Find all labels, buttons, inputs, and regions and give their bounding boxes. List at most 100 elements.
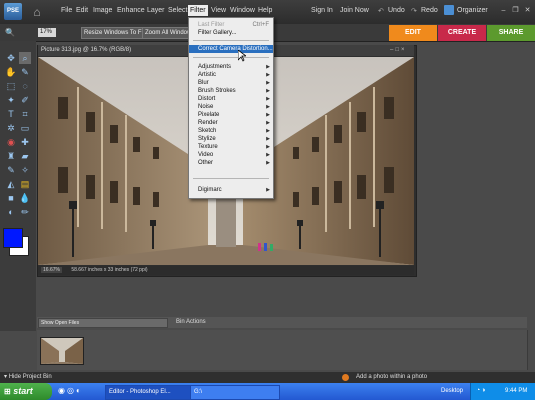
filter-noise[interactable]: Noise ▶ (189, 103, 273, 111)
zoom-readout[interactable]: 16.67% (41, 267, 62, 273)
magic-wand-icon[interactable]: ✦ (5, 94, 17, 106)
filter-other[interactable]: Other ▶ (189, 159, 273, 167)
mouse-cursor-icon (237, 49, 248, 62)
quick-launch-icons[interactable]: ◉◎◐ (58, 386, 83, 395)
start-button[interactable]: ⊞ start (0, 383, 52, 400)
filter-gallery-item[interactable]: Filter Gallery... (189, 29, 273, 37)
menu-select[interactable]: Select (168, 7, 187, 14)
filter-blur[interactable]: Blur ▶ (189, 79, 273, 87)
submenu-arrow-icon: ▶ (266, 104, 270, 110)
taskbar-photoshop-editor[interactable]: Editor - Photoshop El... (105, 385, 195, 400)
minimize-icon[interactable]: – (499, 6, 508, 15)
hide-project-bin-button[interactable]: ▾ Hide Project Bin (4, 374, 52, 381)
redo-icon[interactable]: ↷ (411, 7, 417, 15)
menu-edit[interactable]: Edit (76, 7, 88, 14)
sign-in-link[interactable]: Sign In (311, 7, 333, 14)
eraser-icon[interactable]: ▰ (19, 150, 31, 162)
paint-bucket-icon[interactable]: ◭ (5, 178, 17, 190)
tab-share[interactable]: SHARE (487, 25, 535, 41)
menu-image[interactable]: Image (93, 7, 112, 14)
organizer-icon[interactable] (444, 5, 454, 15)
move-tool-icon[interactable]: ✥ (5, 52, 17, 64)
zoom-value-field[interactable]: 17% (38, 28, 56, 37)
resize-windows-checkbox[interactable]: Resize Windows To Fit (81, 27, 148, 39)
blur-tool-icon[interactable]: 💧 (19, 192, 31, 204)
zoom-tool-icon[interactable]: ⌕ (19, 52, 31, 64)
submenu-arrow-icon: ▶ (266, 160, 270, 166)
filter-distort[interactable]: Distort ▶ (189, 95, 273, 103)
restore-icon[interactable]: ❐ (511, 6, 520, 15)
filter-digimarc[interactable]: Digimarc ▶ (189, 186, 273, 194)
redo-button[interactable]: Redo (421, 7, 438, 14)
undo-button[interactable]: Undo (388, 7, 405, 14)
menu-view[interactable]: View (211, 7, 226, 14)
cookie-cutter-icon[interactable]: ✲ (5, 122, 17, 134)
filter-sketch[interactable]: Sketch ▶ (189, 127, 273, 135)
filter-stylize[interactable]: Stylize ▶ (189, 135, 273, 143)
add-photo-tip[interactable]: Add a photo within a photo (356, 374, 427, 381)
submenu-arrow-icon: ▶ (266, 144, 270, 150)
menu-filter[interactable]: Filter (188, 5, 208, 16)
submenu-arrow-icon: ▶ (266, 72, 270, 78)
filter-artistic[interactable]: Artistic ▶ (189, 71, 273, 79)
undo-icon[interactable]: ↶ (378, 7, 384, 15)
menu-help[interactable]: Help (258, 7, 272, 14)
submenu-arrow-icon: ▶ (266, 187, 270, 193)
filter-last-filter[interactable]: Last Filter Ctrl+F (189, 21, 273, 29)
tray-icons[interactable]: ◔◑ (476, 387, 486, 394)
bin-actions-menu[interactable]: Bin Actions (176, 318, 206, 327)
filter-pixelate[interactable]: Pixelate ▶ (189, 111, 273, 119)
show-open-files-dropdown[interactable]: Show Open Files (38, 318, 168, 328)
foreground-color-swatch[interactable] (3, 228, 23, 248)
filter-video[interactable]: Video ▶ (189, 151, 273, 159)
submenu-arrow-icon: ▶ (266, 80, 270, 86)
submenu-arrow-icon: ▶ (266, 88, 270, 94)
healing-brush-icon[interactable]: ✚ (19, 136, 31, 148)
gradient-icon[interactable]: ▤ (19, 178, 31, 190)
taskbar-folder-g[interactable]: G:\ (190, 385, 280, 400)
menu-file[interactable]: File (61, 7, 72, 14)
selection-brush-icon[interactable]: ✐ (19, 94, 31, 106)
marquee-icon[interactable]: ⬚ (5, 80, 17, 92)
submenu-arrow-icon: ▶ (266, 64, 270, 70)
crop-tool-icon[interactable]: ⌗ (19, 108, 31, 120)
filter-adjustments[interactable]: Adjustments ▶ (189, 63, 273, 71)
shape-tool-icon[interactable]: ■ (5, 192, 17, 204)
menu-window[interactable]: Window (230, 7, 255, 14)
red-eye-icon[interactable]: ◉ (5, 136, 17, 148)
filter-brush-strokes[interactable]: Brush Strokes ▶ (189, 87, 273, 95)
filter-render[interactable]: Render ▶ (189, 119, 273, 127)
desktop-toolbar-label[interactable]: Desktop (441, 388, 463, 394)
filter-texture[interactable]: Texture ▶ (189, 143, 273, 151)
menu-enhance[interactable]: Enhance (117, 7, 145, 14)
document-size-readout[interactable]: 58.667 inches x 33 inches (72 ppi) (71, 267, 147, 273)
menu-separator (193, 57, 269, 58)
eyedropper-icon[interactable]: ✎ (19, 66, 31, 78)
sponge-icon[interactable]: ◐ (5, 206, 17, 218)
straighten-icon[interactable]: ▭ (19, 122, 31, 134)
project-bin (37, 330, 527, 370)
tip-bulb-icon (342, 374, 349, 381)
organizer-button[interactable]: Organizer (457, 7, 488, 14)
submenu-arrow-icon: ▶ (266, 136, 270, 142)
smart-brush-icon[interactable]: ✧ (19, 164, 31, 176)
close-icon[interactable]: ✕ (523, 6, 532, 15)
home-icon[interactable]: ⌂ (30, 5, 44, 19)
submenu-arrow-icon: ▶ (266, 96, 270, 102)
tab-edit[interactable]: EDIT (389, 25, 437, 41)
clone-stamp-icon[interactable]: ♜ (5, 150, 17, 162)
brush-tool-icon[interactable]: ✎ (5, 164, 17, 176)
start-label: start (13, 386, 33, 396)
type-tool-icon[interactable]: T (5, 108, 17, 120)
pencil-icon[interactable]: ✏ (19, 206, 31, 218)
lasso-icon[interactable]: ◌ (19, 80, 31, 92)
open-file-thumbnail[interactable] (40, 337, 84, 365)
document-window-controls[interactable]: –□× (390, 46, 412, 55)
zoom-tool-icon: 🔍 (5, 28, 15, 37)
tab-create[interactable]: CREATE (438, 25, 486, 41)
hand-tool-icon[interactable]: ✋ (5, 66, 17, 78)
filter-correct-camera-distortion[interactable]: Correct Camera Distortion... (189, 45, 273, 53)
menu-layer[interactable]: Layer (147, 7, 165, 14)
clock[interactable]: 9:44 PM (505, 388, 527, 394)
join-now-link[interactable]: Join Now (340, 7, 369, 14)
